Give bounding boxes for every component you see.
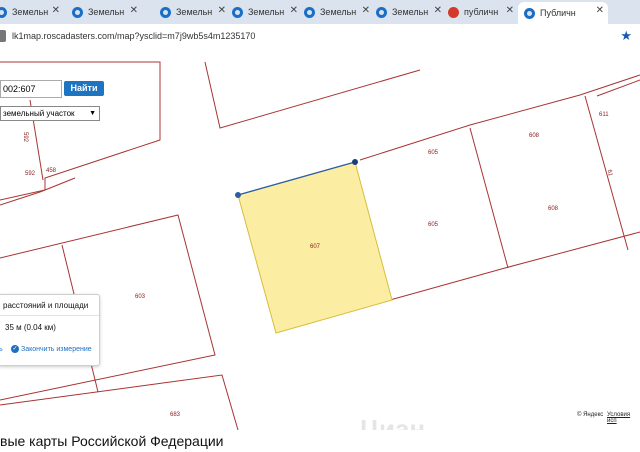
browser-tab[interactable]: Земельн ✕	[304, 2, 374, 22]
parcel-label: 458	[46, 168, 57, 174]
tab-label: Земельн	[320, 7, 357, 17]
cian-watermark: Циан	[360, 414, 426, 430]
tab-label: Земельн	[176, 7, 213, 17]
chevron-down-icon: ▼	[89, 110, 96, 117]
measurement-panel: расстояний и площади 35 м (0.04 км) ь ✓ …	[0, 294, 100, 366]
close-icon[interactable]: ✕	[290, 5, 298, 16]
parcel-label: 608	[548, 206, 559, 212]
tab-label: Земельн	[248, 7, 285, 17]
globe-icon	[304, 6, 315, 18]
globe-icon	[524, 7, 535, 19]
measurement-title: расстояний и площади	[3, 301, 89, 310]
bookmark-star-icon[interactable]: ★	[620, 28, 632, 44]
parcel-label: 603	[135, 294, 146, 300]
close-icon[interactable]: ✕	[596, 5, 604, 16]
yandex-copyright: © Яндекс	[577, 412, 604, 418]
measure-action-link[interactable]: ь	[0, 346, 3, 353]
measurement-value: 35 м (0.04 км)	[5, 323, 56, 332]
browser-tab[interactable]: публичн ✕	[448, 2, 518, 22]
browser-tab[interactable]: Земельн ✕	[376, 2, 446, 22]
parcel-label: 611	[599, 112, 609, 118]
parcel-label: 683	[170, 412, 181, 418]
browser-tab[interactable]: Земельн ✕	[72, 2, 142, 22]
address-bar: lk1map.roscadasters.com/map?ysclid=m7j9w…	[0, 24, 640, 51]
finish-measure-link[interactable]: Закончить измерение	[21, 346, 92, 353]
tab-label: Земельн	[88, 7, 125, 17]
yandex-icon	[448, 6, 459, 18]
browser-tab-bar: Земельн ✕ Земельн ✕ Земельн ✕ Земельн ✕ …	[0, 0, 640, 24]
parcel-label: 592	[22, 131, 29, 143]
tab-label: публичн	[464, 7, 499, 17]
close-icon[interactable]: ✕	[218, 5, 226, 16]
site-info-icon[interactable]	[0, 30, 6, 42]
browser-tab[interactable]: Земельн ✕	[0, 2, 64, 22]
object-type-select[interactable]: земельный участок ▼	[0, 106, 100, 121]
close-icon[interactable]: ✕	[362, 5, 370, 16]
close-icon[interactable]: ✕	[506, 5, 514, 16]
parcel-label: 607	[310, 244, 321, 250]
tab-label: Земельн	[392, 7, 429, 17]
divider	[0, 315, 99, 316]
parcel-label: 605	[428, 150, 439, 156]
browser-tab[interactable]: Земельн ✕	[232, 2, 302, 22]
measure-point[interactable]	[352, 159, 358, 165]
close-icon[interactable]: ✕	[52, 5, 60, 16]
browser-tab[interactable]: Земельн ✕	[160, 2, 230, 22]
check-icon: ✓	[11, 345, 19, 353]
url-text[interactable]: lk1map.roscadasters.com/map?ysclid=m7j9w…	[12, 31, 255, 41]
parcel-label: 605	[428, 222, 439, 228]
globe-icon	[72, 6, 83, 18]
find-button[interactable]: Найти	[64, 81, 104, 96]
browser-tab-active[interactable]: Публичн ✕	[518, 2, 608, 24]
globe-icon	[376, 6, 387, 18]
parcel-label: 608	[529, 133, 540, 139]
globe-icon	[160, 6, 171, 18]
page-title: вые карты Российской Федерации	[0, 430, 640, 450]
terms-link[interactable]: Условия исп	[607, 412, 640, 424]
tab-label: Публичн	[540, 8, 576, 18]
object-type-value: земельный участок	[3, 109, 75, 118]
tab-label: Земельн	[12, 7, 49, 17]
parcel-label: 592	[25, 171, 36, 177]
globe-icon	[0, 6, 7, 18]
cadastral-number-input[interactable]: 002:607	[0, 80, 62, 98]
close-icon[interactable]: ✕	[434, 5, 442, 16]
close-icon[interactable]: ✕	[130, 5, 138, 16]
globe-icon	[232, 6, 243, 18]
measure-point[interactable]	[235, 192, 241, 198]
parcel-label: 61	[605, 169, 613, 177]
